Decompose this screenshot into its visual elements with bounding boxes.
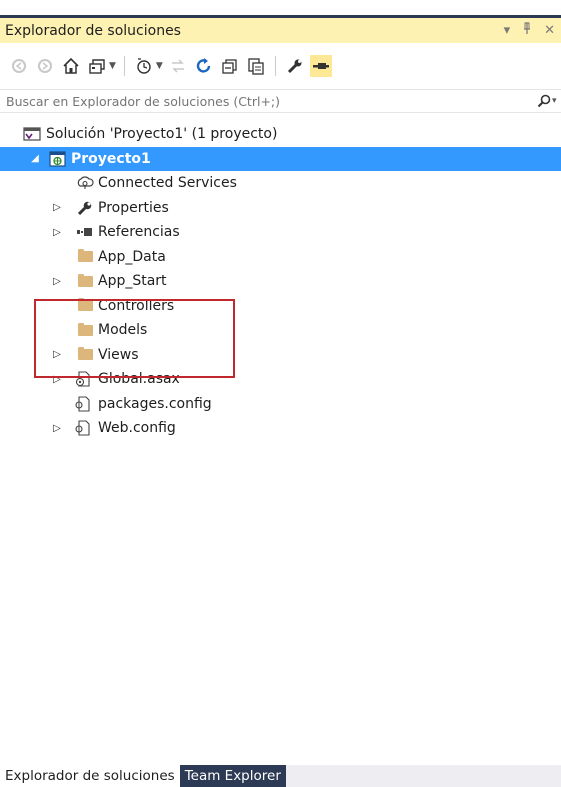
tree-item-label: Connected Services (98, 175, 237, 192)
tab-team-explorer[interactable]: Team Explorer (179, 765, 286, 787)
back-icon[interactable] (8, 55, 30, 77)
panel-title-bar: Explorador de soluciones ▾ ✕ (0, 15, 561, 43)
config-file-icon (74, 420, 92, 436)
pin-icon[interactable] (522, 22, 532, 39)
switch-views-icon[interactable] (86, 55, 108, 77)
preview-icon[interactable] (309, 55, 332, 77)
sync-icon[interactable] (167, 55, 189, 77)
panel-dropdown-icon[interactable]: ▾ (504, 23, 511, 38)
config-file-icon (74, 396, 92, 412)
tree-item-label: Referencias (98, 224, 180, 241)
forward-icon[interactable] (34, 55, 56, 77)
wrench-icon (76, 200, 94, 216)
tree-item-label: App_Start (98, 273, 167, 290)
show-all-files-icon[interactable] (245, 55, 267, 77)
tree-item-label: Web.config (98, 420, 176, 437)
solution-icon (23, 126, 41, 142)
expand-arrow-icon[interactable]: ▷ (51, 202, 63, 213)
tree-node-packages-config[interactable]: packages.config (0, 392, 561, 417)
expand-arrow-icon[interactable]: ▷ (51, 276, 63, 287)
annotation-highlight-box (34, 299, 235, 378)
solution-explorer-toolbar: ▼ ▼ (0, 45, 561, 87)
expand-arrow-icon[interactable]: ▷ (51, 227, 63, 238)
home-icon[interactable] (60, 55, 82, 77)
pending-changes-filter-icon[interactable] (133, 55, 155, 77)
refresh-icon[interactable] (193, 55, 215, 77)
tree-node-solution[interactable]: Solución 'Proyecto1' (1 proyecto) (0, 122, 561, 147)
bottom-tab-strip: Explorador de soluciones Team Explorer (0, 765, 561, 787)
search-bar: ▾ (0, 89, 561, 113)
tree-item-label: packages.config (98, 395, 212, 412)
tree-item-label: Properties (98, 199, 169, 216)
search-input[interactable] (4, 92, 537, 110)
solution-tree: Solución 'Proyecto1' (1 proyecto) ◢ Proy… (0, 122, 561, 441)
properties-icon[interactable] (284, 55, 306, 77)
tree-node-references[interactable]: ▷ Referencias (0, 220, 561, 245)
tree-node-app-start[interactable]: ▷ App_Start (0, 269, 561, 294)
filter-dropdown-icon[interactable]: ▼ (156, 61, 163, 71)
tree-node-project[interactable]: ◢ Proyecto1 (0, 146, 561, 171)
tree-item-label: App_Data (98, 248, 166, 265)
collapse-all-icon[interactable] (219, 55, 241, 77)
connected-services-icon (76, 175, 94, 191)
folder-icon (76, 249, 94, 265)
tab-solution-explorer[interactable]: Explorador de soluciones (0, 765, 180, 787)
toolbar-separator (274, 56, 276, 76)
web-project-icon (49, 151, 67, 167)
tree-node-properties[interactable]: ▷ Properties (0, 196, 561, 221)
collapse-arrow-icon[interactable]: ◢ (29, 153, 41, 164)
search-icon[interactable]: ▾ (537, 94, 561, 108)
window-top-strip (0, 0, 561, 12)
tree-node-app-data[interactable]: App_Data (0, 245, 561, 270)
tree-node-web-config[interactable]: ▷ Web.config (0, 416, 561, 441)
expand-arrow-icon[interactable]: ▷ (51, 423, 63, 434)
close-icon[interactable]: ✕ (544, 23, 555, 38)
solution-label: Solución 'Proyecto1' (1 proyecto) (46, 126, 278, 143)
folder-icon (76, 273, 94, 289)
references-icon (76, 224, 94, 240)
tree-node-connected-services[interactable]: Connected Services (0, 171, 561, 196)
toolbar-separator (123, 56, 125, 76)
project-label: Proyecto1 (71, 150, 151, 167)
switch-views-dropdown-icon[interactable]: ▼ (109, 61, 116, 71)
panel-title: Explorador de soluciones (5, 22, 181, 39)
